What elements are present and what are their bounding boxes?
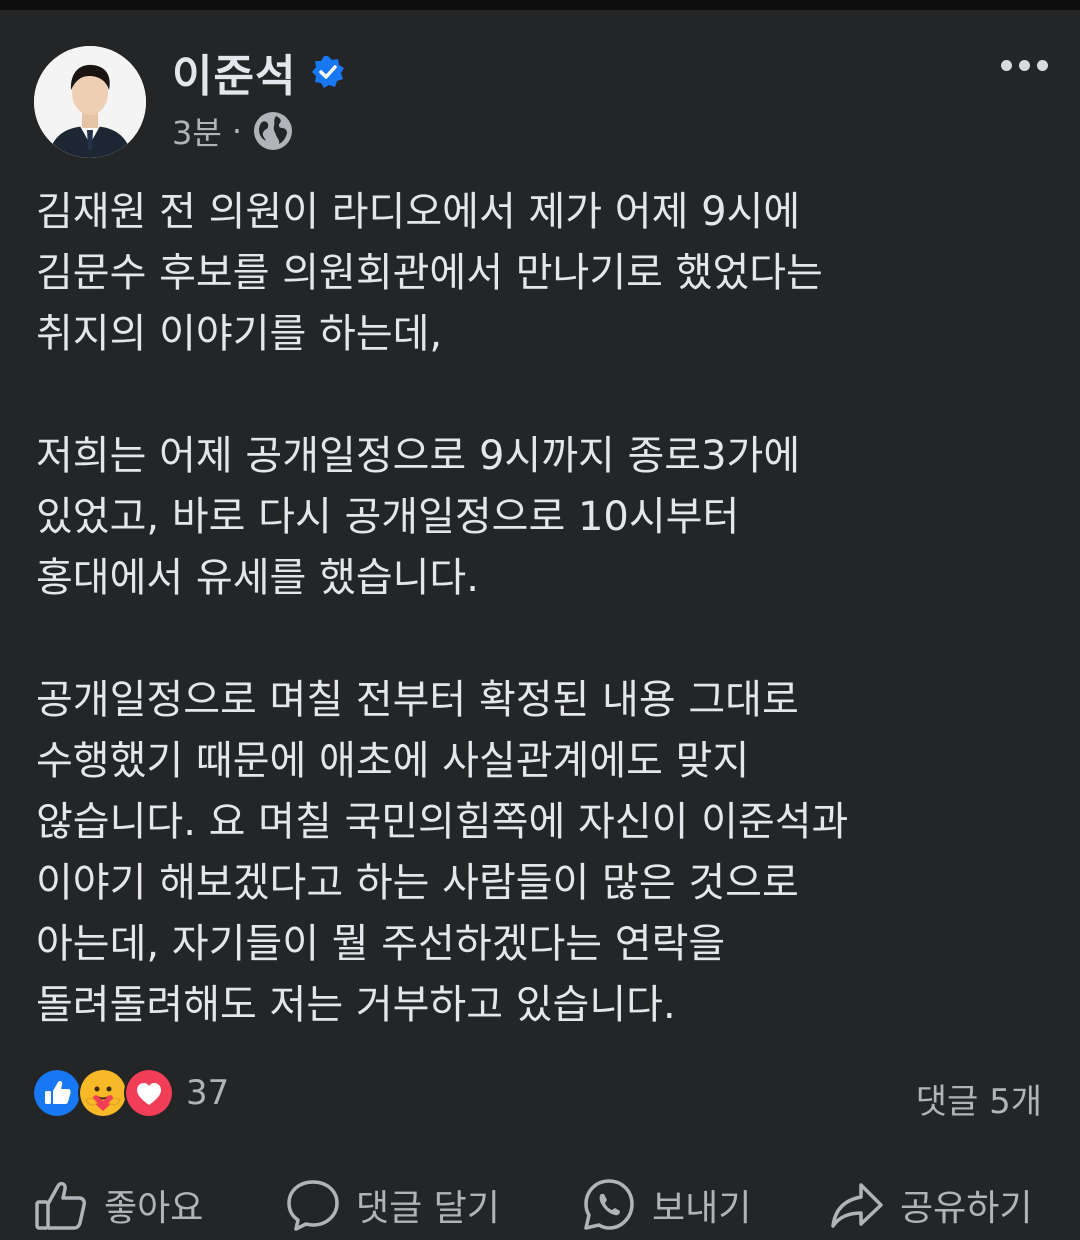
avatar[interactable] (34, 46, 146, 158)
like-icon (32, 1068, 82, 1118)
more-dot-icon (1037, 60, 1048, 71)
author-name[interactable]: 이준석 (172, 40, 296, 104)
post-body: 김재원 전 의원이 라디오에서 제가 어제 9시에 김문수 후보를 의원회관에서… (36, 182, 1046, 1036)
text-line: 저희는 어제 공개일정으로 9시까지 종로3가에 (36, 433, 801, 479)
text-line: 수행했기 때문에 애초에 사실관계에도 맞지 (36, 738, 750, 784)
avatar-photo (34, 46, 146, 158)
more-options-button[interactable] (995, 54, 1054, 77)
reaction-summary[interactable]: 37 (32, 1068, 229, 1118)
send-button[interactable]: 보내기 (580, 1176, 751, 1234)
meta-separator: · (231, 112, 242, 150)
top-edge (0, 0, 1080, 10)
text-line: 있었고, 바로 다시 공개일정으로 10시부터 (36, 494, 740, 540)
paragraph: 공개일정으로 며칠 전부터 확정된 내용 그대로 수행했기 때문에 애초에 사실… (36, 670, 1046, 1036)
text-line: 돌려돌려해도 저는 거부하고 있습니다. (36, 982, 676, 1028)
comment-label: 댓글 달기 (356, 1188, 500, 1229)
post-time[interactable]: 3분 (172, 108, 222, 154)
like-label: 좋아요 (104, 1188, 204, 1229)
thumbs-up-icon (35, 1181, 86, 1230)
comment-count-link[interactable]: 댓글 5개 (916, 1074, 1042, 1123)
text-line: 아는데, 자기들이 뭘 주선하겠다는 연락을 (36, 921, 726, 967)
verified-badge-icon (312, 56, 345, 88)
paragraph: 저희는 어제 공개일정으로 9시까지 종로3가에 있었고, 바로 다시 공개일정… (36, 426, 1046, 609)
text-line: 김문수 후보를 의원회관에서 만나기로 했었다는 (36, 250, 823, 296)
like-button[interactable]: 좋아요 (32, 1176, 203, 1234)
send-label: 보내기 (652, 1188, 752, 1229)
whatsapp-icon (584, 1179, 634, 1230)
text-line: 홍대에서 유세를 했습니다. (36, 555, 479, 601)
share-arrow-icon (831, 1183, 883, 1228)
text-line: 공개일정으로 며칠 전부터 확정된 내용 그대로 (36, 677, 799, 723)
reaction-count: 37 (186, 1073, 230, 1113)
post-meta: 3분 · (172, 108, 294, 154)
text-line: 취지의 이야기를 하는데, (36, 311, 443, 357)
text-line: 이야기 해보겠다고 하는 사람들이 많은 것으로 (36, 860, 799, 906)
text-line: 김재원 전 의원이 라디오에서 제가 어제 9시에 (36, 189, 801, 235)
comment-bubble-icon (287, 1180, 339, 1231)
globe-icon (253, 112, 292, 150)
author-row: 이준석 (172, 40, 346, 104)
love-icon (124, 1068, 174, 1118)
share-label: 공유하기 (900, 1188, 1033, 1229)
share-button[interactable]: 공유하기 (828, 1176, 1032, 1234)
more-dot-icon (1019, 60, 1030, 71)
text-line: 않습니다. 요 며칠 국민의힘쪽에 자신이 이준석과 (36, 799, 849, 845)
paragraph: 김재원 전 의원이 라디오에서 제가 어제 9시에 김문수 후보를 의원회관에서… (36, 182, 1046, 365)
more-dot-icon (1001, 60, 1012, 71)
care-icon (78, 1068, 128, 1118)
comment-button[interactable]: 댓글 달기 (284, 1176, 500, 1234)
action-bar: 좋아요 댓글 달기 보내기 공유하기 (0, 1168, 1080, 1240)
post-card: 이준석 3분 · 김재원 전 의원이 라디오에서 제가 어제 9시에 김문수 후… (0, 10, 1080, 1231)
